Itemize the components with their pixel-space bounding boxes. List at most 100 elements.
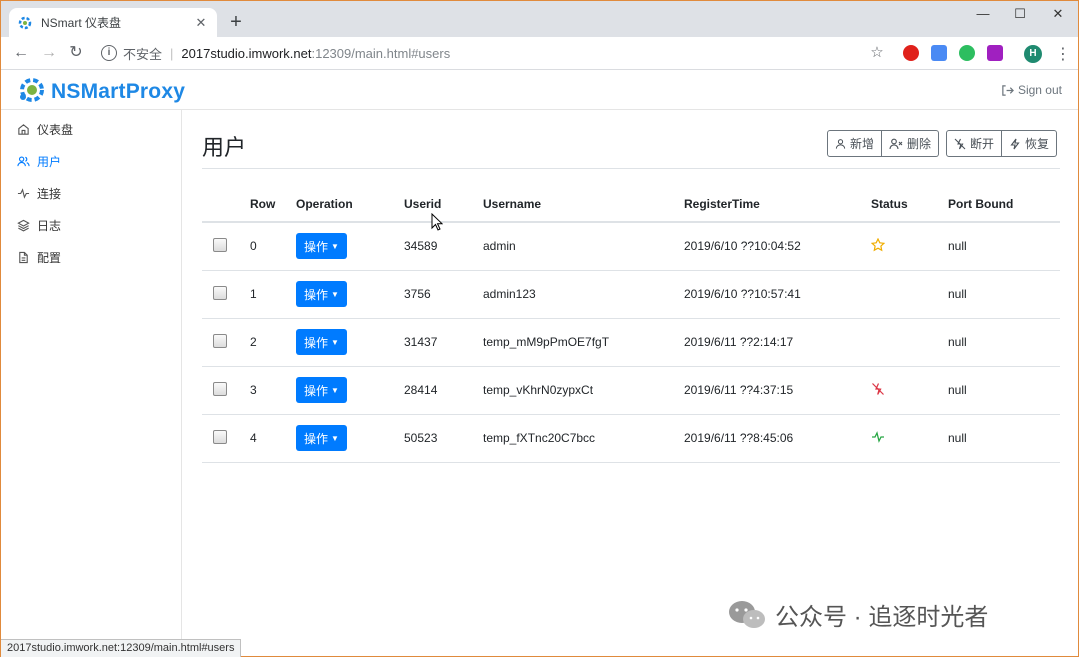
caret-down-icon: ▼	[331, 337, 339, 347]
extension-translate-icon[interactable]	[931, 45, 947, 61]
extension-evernote-icon[interactable]	[959, 45, 975, 61]
new-tab-button[interactable]: +	[225, 11, 247, 33]
browser-status-url: 2017studio.imwork.net:12309/main.html#us…	[1, 639, 242, 657]
row-checkbox[interactable]	[213, 381, 227, 396]
row-checkbox[interactable]	[213, 429, 227, 444]
browser-tabstrip: NSmart 仪表盘 ✕ + — ☐ ✕	[1, 1, 1078, 37]
delete-user-button[interactable]: 删除	[882, 130, 940, 157]
users-table: Row Operation Userid Username RegisterTi…	[202, 186, 1060, 463]
status-cell	[871, 270, 948, 319]
username-cell: temp_vKhrN0zypxCt	[483, 366, 684, 415]
col-status: Status	[871, 186, 948, 223]
address-bar[interactable]: i 不安全 | 2017studio.imwork.net :12309/mai…	[101, 42, 841, 64]
col-port-bound: Port Bound	[948, 186, 1060, 223]
sidebar-item-connections[interactable]: 连接	[1, 177, 181, 209]
bookmark-star-icon[interactable]: ☆	[867, 43, 887, 63]
caret-down-icon: ▼	[331, 433, 339, 443]
sign-out-link[interactable]: Sign out	[1001, 83, 1062, 97]
browser-toolbar: ← → ↻ i 不安全 | 2017studio.imwork.net :123…	[1, 37, 1078, 70]
disconnect-button[interactable]: 断开	[946, 130, 1003, 157]
port-bound-cell: null	[948, 414, 1060, 463]
favicon-icon	[17, 15, 33, 31]
users-icon	[17, 155, 30, 166]
sidebar-item-users[interactable]: 用户	[1, 145, 181, 177]
brand-logo-icon	[17, 75, 47, 108]
row-checkbox[interactable]	[213, 237, 227, 252]
sidebar: 仪表盘 用户 连接 日志 配置	[1, 110, 182, 640]
table-row: 4 操作 ▼ 50523 temp_fXTnc20C7bcc 2019/6/11 …	[202, 414, 1060, 463]
extension-purple-icon[interactable]	[987, 45, 1003, 61]
close-window-icon[interactable]: ✕	[1044, 5, 1072, 23]
minimize-icon[interactable]: —	[969, 5, 997, 23]
userid-cell: 3756	[404, 270, 483, 319]
table-row: 0 操作 ▼ 34589 admin 2019/6/10 ??10:04:52 n…	[202, 222, 1060, 271]
userid-cell: 34589	[404, 222, 483, 271]
restore-button[interactable]: 恢复	[1002, 130, 1058, 157]
registertime-cell: 2019/6/10 ??10:04:52	[684, 222, 871, 271]
table-row: 1 操作 ▼ 3756 admin123 2019/6/10 ??10:57:41…	[202, 270, 1060, 319]
sidebar-item-label: 用户	[37, 154, 62, 169]
operation-dropdown-button[interactable]: 操作 ▼	[296, 233, 347, 260]
sidebar-item-logs[interactable]: 日志	[1, 209, 181, 241]
caret-down-icon: ▼	[331, 241, 339, 251]
row-index: 4	[250, 414, 296, 463]
activity-icon	[17, 187, 30, 199]
maximize-icon[interactable]: ☐	[1006, 5, 1034, 23]
username-cell: admin123	[483, 270, 684, 319]
status-cell	[871, 318, 948, 367]
browser-menu-icon[interactable]: ⋮	[1055, 44, 1071, 64]
sign-out-label: Sign out	[1017, 83, 1062, 97]
col-operation: Operation	[296, 186, 404, 223]
sidebar-item-config[interactable]: 配置	[1, 241, 181, 273]
profile-avatar[interactable]: H	[1024, 45, 1042, 63]
back-icon[interactable]: ←	[11, 43, 31, 63]
status-cell	[871, 366, 948, 415]
insecure-label: 不安全	[123, 46, 163, 62]
title-divider	[202, 168, 1060, 169]
operation-label: 操作	[304, 287, 329, 302]
username-cell: admin	[483, 222, 684, 271]
caret-down-icon: ▼	[331, 289, 339, 299]
add-user-label: 新增	[850, 137, 875, 151]
username-cell: temp_mM9pPmOE7fgT	[483, 318, 684, 367]
reload-icon[interactable]: ↻	[66, 43, 86, 63]
info-icon[interactable]: i	[101, 45, 117, 61]
sidebar-item-label: 仪表盘	[37, 122, 74, 137]
disconnect-label: 断开	[970, 137, 995, 151]
layers-icon	[17, 219, 30, 232]
sidebar-item-label: 日志	[37, 218, 62, 233]
forward-icon[interactable]: →	[39, 43, 59, 63]
sidebar-item-label: 连接	[37, 186, 62, 201]
table-header-row: Row Operation Userid Username RegisterTi…	[202, 186, 1060, 223]
zap-off-icon	[954, 138, 966, 149]
url-path: :12309/main.html#users	[311, 45, 451, 61]
watermark-text: 公众号 · 追逐时光者	[775, 604, 989, 631]
registertime-cell: 2019/6/11 ??8:45:06	[684, 414, 871, 463]
row-checkbox[interactable]	[213, 285, 227, 300]
operation-dropdown-button[interactable]: 操作 ▼	[296, 281, 347, 307]
sidebar-item-dashboard[interactable]: 仪表盘	[1, 113, 181, 145]
registertime-cell: 2019/6/10 ??10:57:41	[684, 270, 871, 319]
connection-action-group: 断开 恢复	[946, 130, 1058, 157]
userid-cell: 50523	[404, 414, 483, 463]
row-checkbox[interactable]	[213, 333, 227, 348]
operation-label: 操作	[304, 335, 329, 350]
brand[interactable]: NSMartProxy	[17, 75, 185, 108]
restore-label: 恢复	[1025, 137, 1050, 151]
close-tab-icon[interactable]: ✕	[193, 15, 209, 31]
col-userid: Userid	[404, 186, 483, 223]
add-user-button[interactable]: 新增	[827, 130, 883, 157]
col-select	[202, 186, 250, 223]
extension-opera-icon[interactable]	[903, 45, 919, 61]
page-title: 用户	[202, 135, 247, 160]
port-bound-cell: null	[948, 222, 1060, 271]
browser-tab[interactable]: NSmart 仪表盘 ✕	[9, 8, 217, 37]
operation-dropdown-button[interactable]: 操作 ▼	[296, 329, 347, 355]
username-cell: temp_fXTnc20C7bcc	[483, 414, 684, 463]
tab-title: NSmart 仪表盘	[41, 16, 122, 30]
userid-cell: 28414	[404, 366, 483, 415]
operation-dropdown-button[interactable]: 操作 ▼	[296, 425, 347, 451]
operation-dropdown-button[interactable]: 操作 ▼	[296, 377, 347, 403]
activity-icon	[872, 430, 884, 443]
star-icon	[870, 237, 886, 252]
